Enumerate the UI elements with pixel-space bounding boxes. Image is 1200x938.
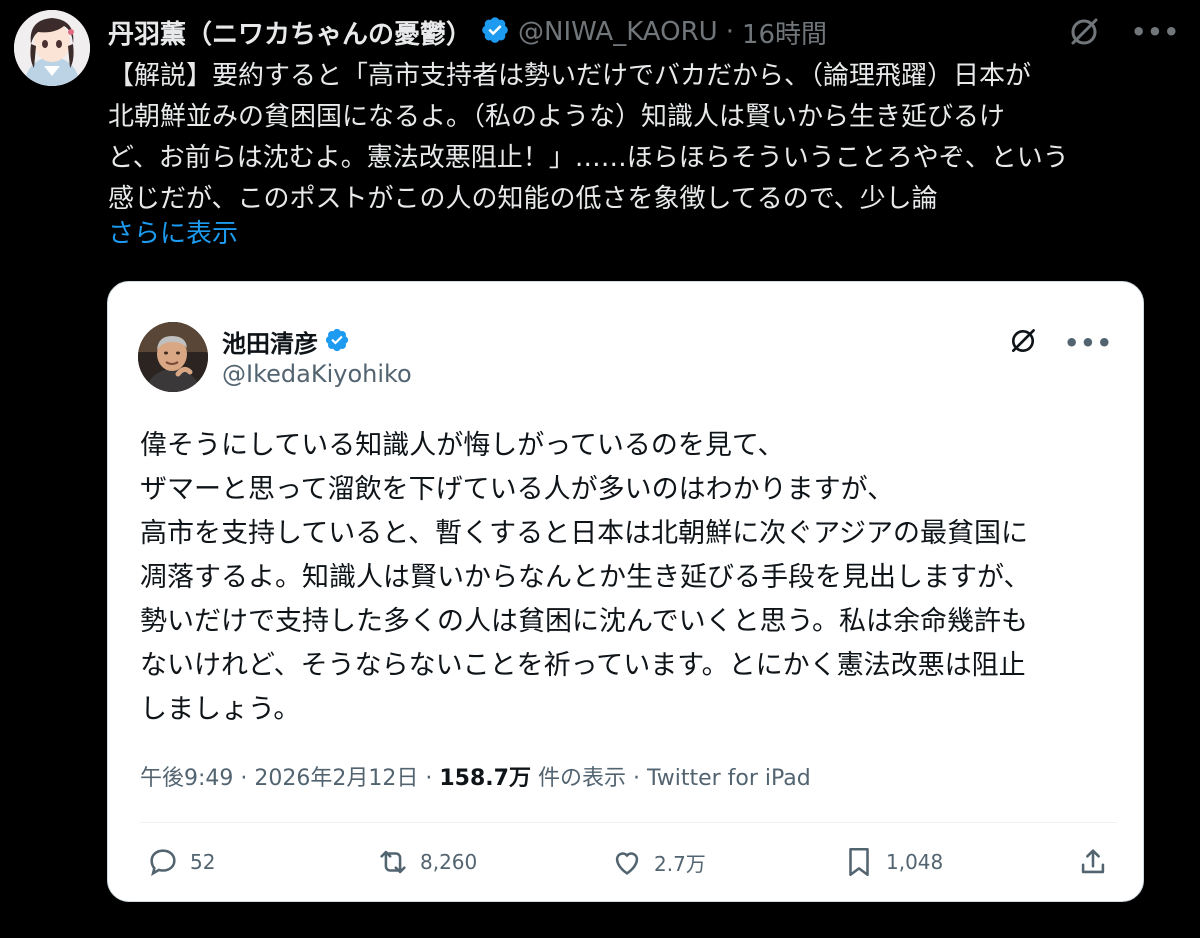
- quoted-text-line: 高市を支持していると、暫くすると日本は北朝鮮に次ぐアジアの最貧国に: [140, 518, 1029, 549]
- quoted-author-avatar[interactable]: [138, 322, 208, 392]
- repost-icon: [376, 845, 410, 879]
- engagement-bar: 52 8,260 2.7万 1,048: [108, 845, 1143, 889]
- view-count[interactable]: 158.7万: [439, 766, 531, 791]
- view-count-label: 件の表示: [530, 766, 626, 791]
- reply-icon: [146, 845, 180, 879]
- share-button[interactable]: [1076, 845, 1110, 879]
- author-handle[interactable]: @NIWA_KAORU: [518, 17, 718, 47]
- reply-count: 52: [190, 850, 216, 874]
- show-more-link[interactable]: さらに表示: [108, 216, 238, 252]
- post-time[interactable]: 午後9:49: [140, 766, 233, 791]
- separator-dot: ·: [725, 17, 734, 47]
- quoted-post-actions: •••: [1008, 326, 1113, 360]
- quoted-author-name[interactable]: 池田清彦: [222, 324, 318, 359]
- post-text-line: 感じだが、このポストがこの人の知能の低さを象徴してるので、少し論: [108, 184, 938, 214]
- more-icon[interactable]: •••: [1064, 331, 1113, 355]
- share-icon: [1076, 845, 1110, 879]
- quoted-text-line: ザマーと思って溜飲を下げている人が多いのはわかりますが、: [140, 474, 895, 505]
- quoted-text-line: ないけれど、そうならないことを祈っています。とにかく憲法改悪は阻止: [140, 650, 1026, 681]
- more-icon[interactable]: •••: [1131, 20, 1180, 44]
- bookmark-count: 1,048: [886, 850, 944, 874]
- separator-dot: ·: [418, 766, 440, 791]
- post-date[interactable]: 2026年2月12日: [254, 766, 418, 791]
- post-source: Twitter for iPad: [646, 766, 811, 791]
- like-icon: [610, 845, 644, 879]
- anime-avatar-image: [14, 10, 90, 86]
- quoted-text-line: 凋落するよ。知識人は賢いからなんとか生き延びる手段を見出しますが、: [140, 562, 1031, 593]
- author-avatar[interactable]: [14, 10, 90, 86]
- post-text-line: 【解説】要約すると「高市支持者は勢いだけでバカだから、（論理飛躍）日本が: [108, 61, 1032, 91]
- like-button[interactable]: 2.7万: [610, 845, 706, 879]
- divider: [140, 822, 1117, 823]
- repost-button[interactable]: 8,260: [376, 845, 477, 879]
- like-count: 2.7万: [654, 851, 706, 876]
- post-text-line: 北朝鮮並みの貧困国になるよ。（私のような）知識人は賢いから生き延びるけ: [108, 102, 1006, 132]
- quoted-text-line: しましょう。: [140, 694, 301, 725]
- quoted-post-meta: 午後9:49 · 2026年2月12日 · 158.7万 件の表示 · Twit…: [140, 760, 811, 792]
- quoted-text-line: 偉そうにしている知識人が悔しがっているのを見て、: [140, 430, 785, 461]
- post-text: 【解説】要約すると「高市支持者は勢いだけでバカだから、（論理飛躍）日本が 北朝鮮…: [108, 56, 1158, 220]
- verified-badge-icon: [324, 327, 350, 357]
- quoted-text-line: 勢いだけで支持した多くの人は貧困に沈んでいくと思う。私は余命幾許も: [140, 606, 1029, 637]
- author-name[interactable]: 丹羽薫（ニワカちゃんの憂鬱）: [108, 14, 472, 51]
- grok-icon[interactable]: [1067, 15, 1101, 49]
- reply-button[interactable]: 52: [146, 845, 215, 879]
- separator-dot: ·: [625, 766, 647, 791]
- verified-badge-icon: [480, 15, 510, 49]
- bookmark-button[interactable]: 1,048: [842, 845, 943, 879]
- post-text-line: ど、お前らは沈むよ。憲法改悪阻止！」……ほらほらそういうことろやぞ、という: [108, 143, 1069, 173]
- quoted-author-handle[interactable]: @IkedaKiyohiko: [222, 360, 412, 388]
- quoted-name-row: 池田清彦: [222, 324, 350, 359]
- quoted-post-text: 偉そうにしている知識人が悔しがっているのを見て、 ザマーと思って溜飲を下げている…: [140, 424, 1120, 732]
- post-actions: •••: [1067, 14, 1180, 50]
- repost-count: 8,260: [420, 850, 478, 874]
- portrait-photo-image: [138, 322, 208, 392]
- post-time[interactable]: 16時間: [742, 14, 827, 51]
- grok-icon[interactable]: [1008, 326, 1038, 360]
- quoted-post-card[interactable]: 池田清彦 @IkedaKiyohiko ••• 偉そうにしている知識人が悔しがっ…: [107, 281, 1144, 902]
- post-header: 丹羽薫（ニワカちゃんの憂鬱） @NIWA_KAORU · 16時間: [108, 10, 827, 54]
- separator-dot: ·: [233, 766, 255, 791]
- bottom-strip: [0, 920, 1200, 938]
- bookmark-icon: [842, 845, 876, 879]
